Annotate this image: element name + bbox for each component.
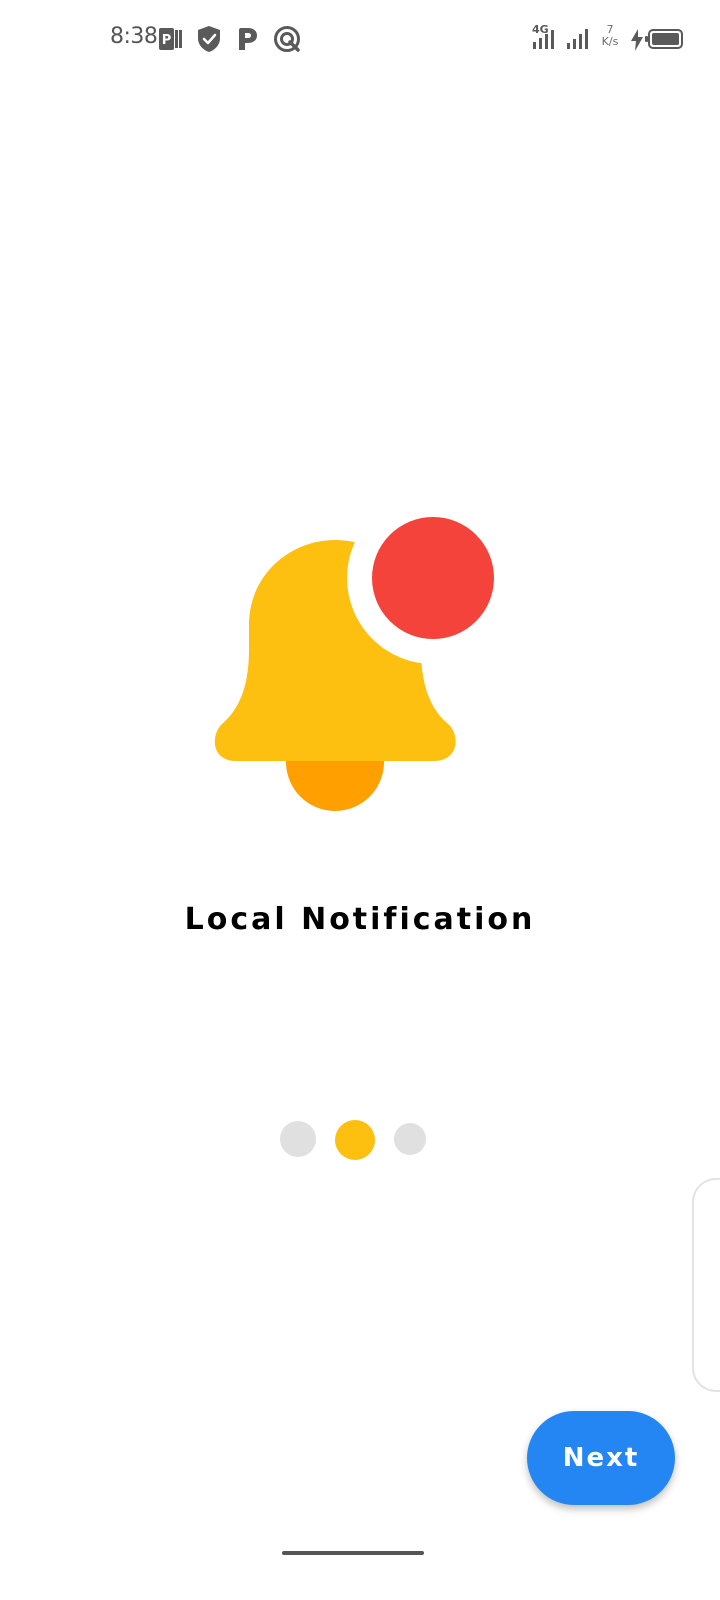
home-indicator[interactable] <box>282 1551 424 1555</box>
parking-app-icon: P <box>158 26 184 52</box>
svg-text:P: P <box>162 33 172 48</box>
next-button[interactable]: Next <box>527 1411 675 1505</box>
page-dot-3[interactable] <box>394 1123 426 1155</box>
charging-icon <box>629 28 645 52</box>
page-title: Local Notification <box>184 902 536 937</box>
network-type-4g: 4G <box>530 22 560 52</box>
p-icon <box>236 26 260 52</box>
q-circle-icon <box>273 25 301 53</box>
network-speed-unit: K/s <box>601 35 619 48</box>
onboarding-screen: 8:38 P 4G 7 K/s Local Notification Next <box>0 0 720 1600</box>
battery-icon <box>645 28 685 50</box>
notification-bell-icon <box>205 492 519 820</box>
page-dot-1[interactable] <box>280 1121 316 1157</box>
signal-icon <box>565 28 593 50</box>
network-speed: 7 K/s <box>598 24 622 48</box>
status-time: 8:38 <box>110 24 158 49</box>
page-indicator <box>0 1118 720 1168</box>
status-bar: 8:38 P 4G 7 K/s <box>0 0 720 80</box>
edge-panel-handle[interactable] <box>692 1178 720 1392</box>
shield-check-icon <box>196 25 222 53</box>
page-dot-2-active[interactable] <box>335 1120 375 1160</box>
